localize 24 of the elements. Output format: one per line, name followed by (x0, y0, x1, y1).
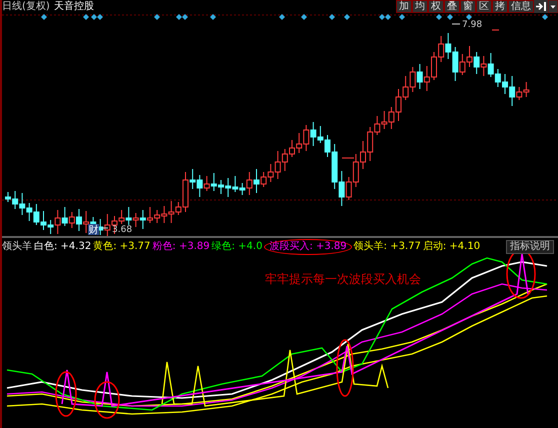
chart-title: 日线(复权) (2, 2, 50, 12)
toolbar-button[interactable]: 权 (428, 0, 444, 13)
toolbar-button[interactable]: 加 (396, 0, 412, 13)
indicator-value: 黄色: +3.77 (93, 242, 150, 252)
toggle-panel-icon[interactable] (534, 0, 548, 13)
high-price-label: 7.98 (452, 20, 482, 30)
indicator-value: 启动: +4.10 (422, 242, 480, 252)
toolbar-button[interactable]: 均 (412, 0, 428, 13)
indicator-value: 绿色: +4.0 (212, 242, 262, 252)
toolbar-button[interactable]: 区 (476, 0, 492, 13)
toolbar-button[interactable]: 窗 (460, 0, 476, 13)
indicator-value: 波段买入: +3.89 (264, 239, 352, 255)
indicator-value: 粉色: +3.89 (152, 242, 210, 252)
indicator-name: 领头羊 (2, 242, 32, 252)
dropdown-icon[interactable] (548, 0, 558, 13)
toolbar-button[interactable]: 拷 (492, 0, 508, 13)
indicator-value: 白色: +4.32 (34, 242, 92, 252)
indicator-help-button[interactable]: 指标说明 (506, 240, 554, 254)
toolbar-button[interactable]: 叠 (444, 0, 460, 13)
annotation-text: 牢牢提示每一次波段买入机会 (265, 271, 421, 288)
toolbar-button[interactable]: 信息 (508, 0, 534, 13)
stock-name: 天音控股 (54, 2, 94, 12)
event-badge[interactable]: 财 (88, 224, 99, 236)
indicator-value: 领头羊: +3.77 (354, 242, 421, 252)
